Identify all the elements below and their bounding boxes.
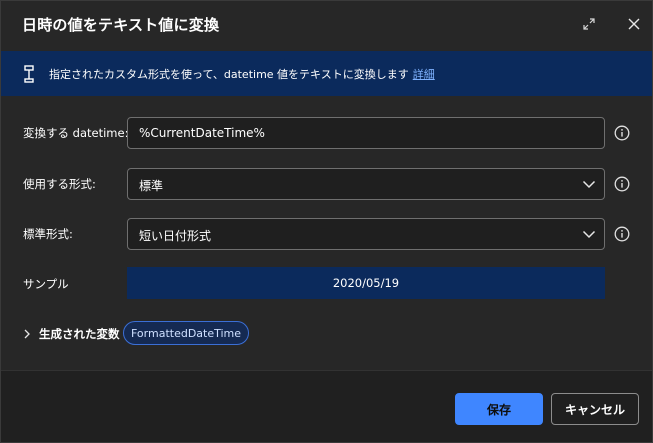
generated-variables-toggle[interactable]: 生成された変数 (21, 321, 120, 347)
info-text: 指定されたカスタム形式を使って、datetime 値をテキストに変換します 詳細 (49, 66, 435, 82)
chevron-down-icon (582, 230, 596, 239)
expand-button[interactable] (579, 14, 599, 34)
standard-format-label: 標準形式: (23, 227, 73, 241)
datetime-label: 変換する datetime: (23, 126, 129, 140)
standard-format-select[interactable]: 短い日付形式 (127, 218, 605, 250)
format-kind-label: 使用する形式: (23, 177, 96, 191)
details-link[interactable]: 詳細 (413, 68, 435, 81)
datetime-input-value: %CurrentDateTime% (139, 126, 265, 140)
title-bar: 日時の値をテキスト値に変換 (1, 1, 652, 47)
info-circle-icon[interactable] (614, 176, 630, 192)
expand-icon (583, 18, 595, 30)
close-button[interactable] (624, 14, 644, 34)
dialog-title: 日時の値をテキスト値に変換 (22, 16, 220, 34)
format-kind-select[interactable]: 標準 (127, 168, 605, 200)
close-icon (628, 18, 640, 30)
generated-variables-label: 生成された変数 (39, 327, 120, 341)
text-cursor-icon (24, 65, 34, 83)
info-circle-icon[interactable] (614, 226, 630, 242)
dialog: 日時の値をテキスト値に変換 指定されたカスタム形式を使って、datetime 値… (0, 0, 653, 443)
save-button[interactable]: 保存 (455, 393, 543, 425)
dialog-footer: 保存 キャンセル (1, 370, 652, 442)
chevron-down-icon (582, 180, 596, 189)
sample-label: サンプル (23, 277, 69, 291)
chevron-right-icon (24, 329, 30, 339)
cancel-button[interactable]: キャンセル (551, 393, 639, 425)
info-circle-icon[interactable] (614, 125, 630, 141)
format-kind-value: 標準 (139, 179, 164, 193)
datetime-input[interactable]: %CurrentDateTime% (127, 117, 605, 149)
info-description: 指定されたカスタム形式を使って、datetime 値をテキストに変換します (49, 68, 409, 81)
info-bar: 指定されたカスタム形式を使って、datetime 値をテキストに変換します 詳細 (1, 51, 652, 96)
variable-pill[interactable]: FormattedDateTime (123, 321, 250, 345)
sample-preview: 2020/05/19 (127, 267, 605, 299)
standard-format-value: 短い日付形式 (139, 229, 212, 243)
sample-value: 2020/05/19 (332, 276, 400, 290)
